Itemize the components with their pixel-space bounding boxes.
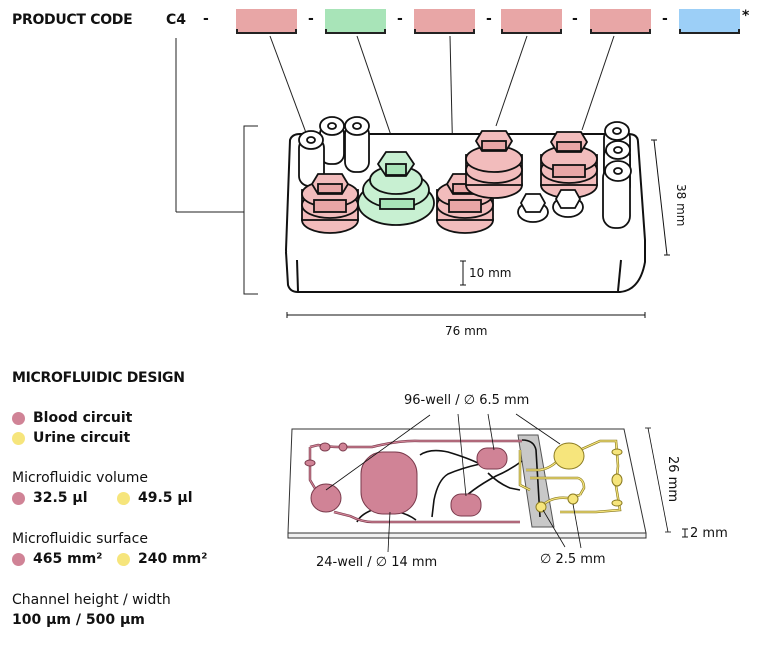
well-24-chamber [360, 451, 418, 515]
annotation-leaders [325, 413, 671, 553]
legend-urine-label: Urine circuit [33, 430, 131, 446]
urine-dot-icon [117, 491, 130, 505]
surface-urine: 240 mm² [138, 551, 208, 567]
port-annotation: ∅ 2.5 mm [540, 552, 606, 567]
surface-values: 465 mm² 240 mm² [12, 551, 222, 567]
membrane-region [517, 434, 555, 528]
blood-channels [308, 439, 522, 524]
volume-label: Microfluidic volume [12, 470, 149, 486]
bracket-line [243, 125, 258, 295]
urine-chamber-small [567, 493, 579, 505]
leader-line [495, 35, 528, 127]
glass-slide [287, 428, 647, 539]
urine-chambers [535, 442, 623, 513]
well-96-annotation: 96-well / ∅ 6.5 mm [404, 393, 530, 408]
legend-blood: Blood circuit [12, 410, 132, 426]
blood-chamber-inlet [310, 483, 342, 513]
volume-urine: 49.5 µl [138, 490, 193, 506]
blood-dot-icon [12, 411, 25, 425]
leader-line [581, 35, 615, 131]
channel-value: 100 µm / 500 µm [12, 612, 145, 628]
height-dimension-label: 10 mm [469, 266, 512, 280]
volume-blood: 32.5 µl [33, 490, 88, 506]
legend-urine: Urine circuit [12, 430, 130, 446]
microfluidic-design-title: MICROFLUIDIC DESIGN [12, 370, 185, 386]
port-hole [535, 501, 547, 513]
depth-dimension-label: 38 mm [674, 184, 688, 227]
thickness-annotation: 2 mm [690, 526, 728, 541]
surface-label: Microfluidic surface [12, 531, 148, 547]
volume-values: 32.5 µl 49.5 µl [12, 490, 222, 506]
blood-chambers [304, 442, 508, 517]
legend-blood-label: Blood circuit [33, 410, 133, 426]
channel-label: Channel height / width [12, 592, 171, 608]
urine-chamber-main [553, 442, 585, 470]
surface-blood: 465 mm² [33, 551, 103, 567]
well-96-chamber-top [476, 447, 508, 470]
urine-dot-icon [12, 431, 25, 445]
chip-3d-illustration [175, 35, 670, 318]
urine-dot-icon [117, 552, 130, 566]
blood-dot-icon [12, 491, 25, 505]
urine-channels [518, 439, 622, 514]
blood-dot-icon [12, 552, 25, 566]
well-24-annotation: 24-well / ∅ 14 mm [316, 555, 438, 570]
layout-depth-annotation: 26 mm [665, 456, 680, 503]
well-96-chamber-bottom [450, 493, 482, 517]
width-dimension-label: 76 mm [445, 324, 488, 338]
tissue-channels [356, 439, 541, 523]
